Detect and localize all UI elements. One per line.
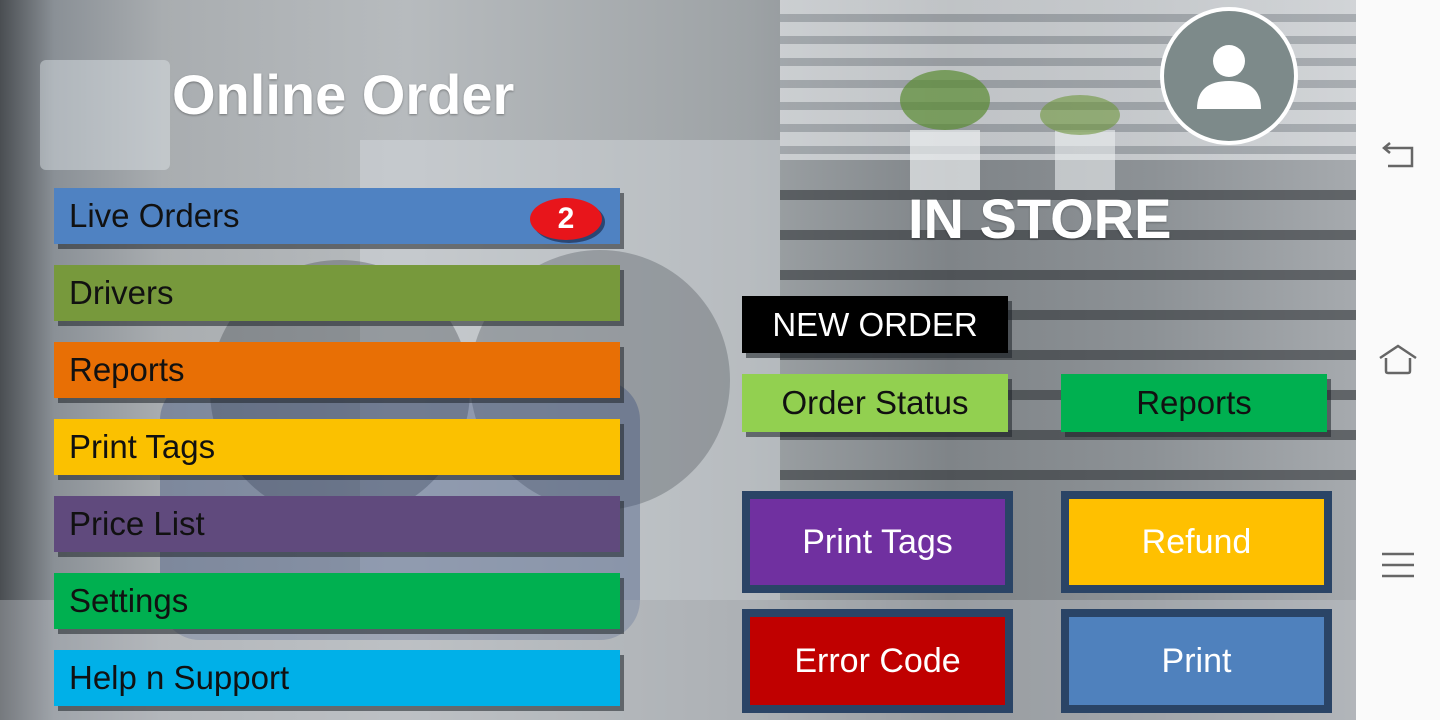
menu-label: Print Tags [69,428,216,465]
order-status-label: Order Status [781,384,969,421]
reports-button[interactable]: Reports [1061,374,1327,432]
menu-print-tags[interactable]: Print Tags [54,419,620,475]
menu-help-support[interactable]: Help n Support [54,650,620,706]
refund-label: Refund [1069,499,1324,585]
new-order-button[interactable]: NEW ORDER [742,296,1008,353]
print-button[interactable]: Print [1061,609,1332,713]
error-code-label: Error Code [750,617,1005,705]
system-navigation-bar [1356,0,1440,720]
home-icon[interactable] [1378,338,1418,378]
menu-settings[interactable]: Settings [54,573,620,629]
menu-icon[interactable] [1378,544,1418,584]
user-icon [1197,45,1261,109]
menu-reports[interactable]: Reports [54,342,620,398]
menu-label: Help n Support [69,659,290,696]
print-tags-label: Print Tags [750,499,1005,585]
back-icon[interactable] [1378,136,1418,176]
menu-label: Drivers [69,274,174,311]
order-status-button[interactable]: Order Status [742,374,1008,432]
new-order-label: NEW ORDER [772,305,978,343]
print-tags-button[interactable]: Print Tags [742,491,1013,593]
print-label: Print [1069,617,1324,705]
live-orders-count-badge: 2 [530,198,602,240]
refund-button[interactable]: Refund [1061,491,1332,593]
reports-label: Reports [1136,384,1252,421]
menu-price-list[interactable]: Price List [54,496,620,552]
menu-live-orders[interactable]: Live Orders 2 [54,188,620,244]
menu-drivers[interactable]: Drivers [54,265,620,321]
menu-label: Price List [69,505,205,542]
error-code-button[interactable]: Error Code [742,609,1013,713]
menu-label: Live Orders [69,197,240,234]
menu-label: Settings [69,582,189,619]
menu-label: Reports [69,351,185,388]
page-title: Online Order [172,63,515,126]
profile-avatar[interactable] [1160,7,1298,145]
in-store-heading: IN STORE [908,187,1172,250]
